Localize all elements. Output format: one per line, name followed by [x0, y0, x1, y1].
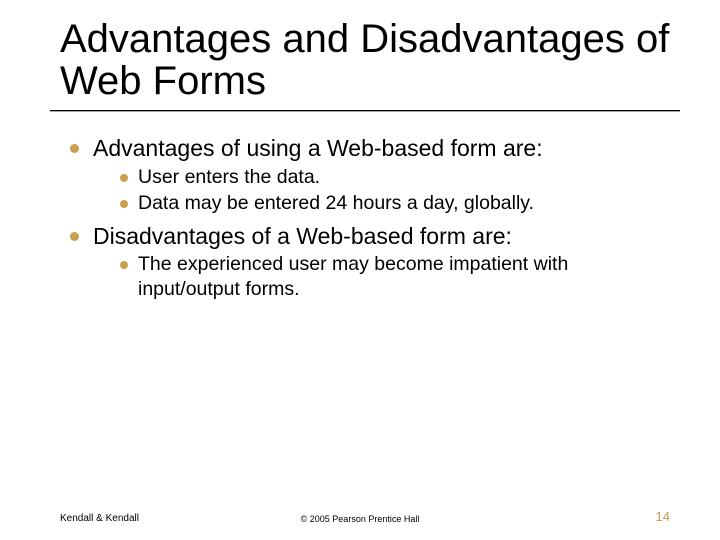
bullet-icon — [120, 200, 128, 208]
slide-number: 14 — [656, 509, 670, 524]
list-item-text: Disadvantages of a Web-based form are: — [93, 222, 512, 251]
footer-left: Kendall & Kendall — [60, 513, 139, 524]
bullet-icon — [120, 261, 128, 269]
list-item: User enters the data. — [120, 165, 670, 189]
slide: Advantages and Disadvantages of Web Form… — [0, 0, 720, 540]
bullet-icon — [70, 144, 79, 153]
footer-center: © 2005 Pearson Prentice Hall — [301, 514, 420, 524]
slide-title: Advantages and Disadvantages of Web Form… — [60, 18, 670, 102]
list-item-text: The experienced user may become impatien… — [138, 252, 670, 301]
list-item: The experienced user may become impatien… — [120, 252, 670, 301]
list-item: Advantages of using a Web-based form are… — [70, 134, 670, 163]
bullet-icon — [70, 232, 79, 241]
list-item-text: User enters the data. — [138, 165, 320, 189]
bullet-icon — [120, 174, 128, 182]
list-item: Disadvantages of a Web-based form are: — [70, 222, 670, 251]
list-item: Data may be entered 24 hours a day, glob… — [120, 191, 670, 215]
list-item-text: Data may be entered 24 hours a day, glob… — [138, 191, 534, 215]
slide-content: Advantages of using a Web-based form are… — [60, 134, 670, 301]
title-underline — [50, 110, 680, 112]
list-item-text: Advantages of using a Web-based form are… — [93, 134, 543, 163]
slide-footer: Kendall & Kendall © 2005 Pearson Prentic… — [0, 509, 720, 524]
